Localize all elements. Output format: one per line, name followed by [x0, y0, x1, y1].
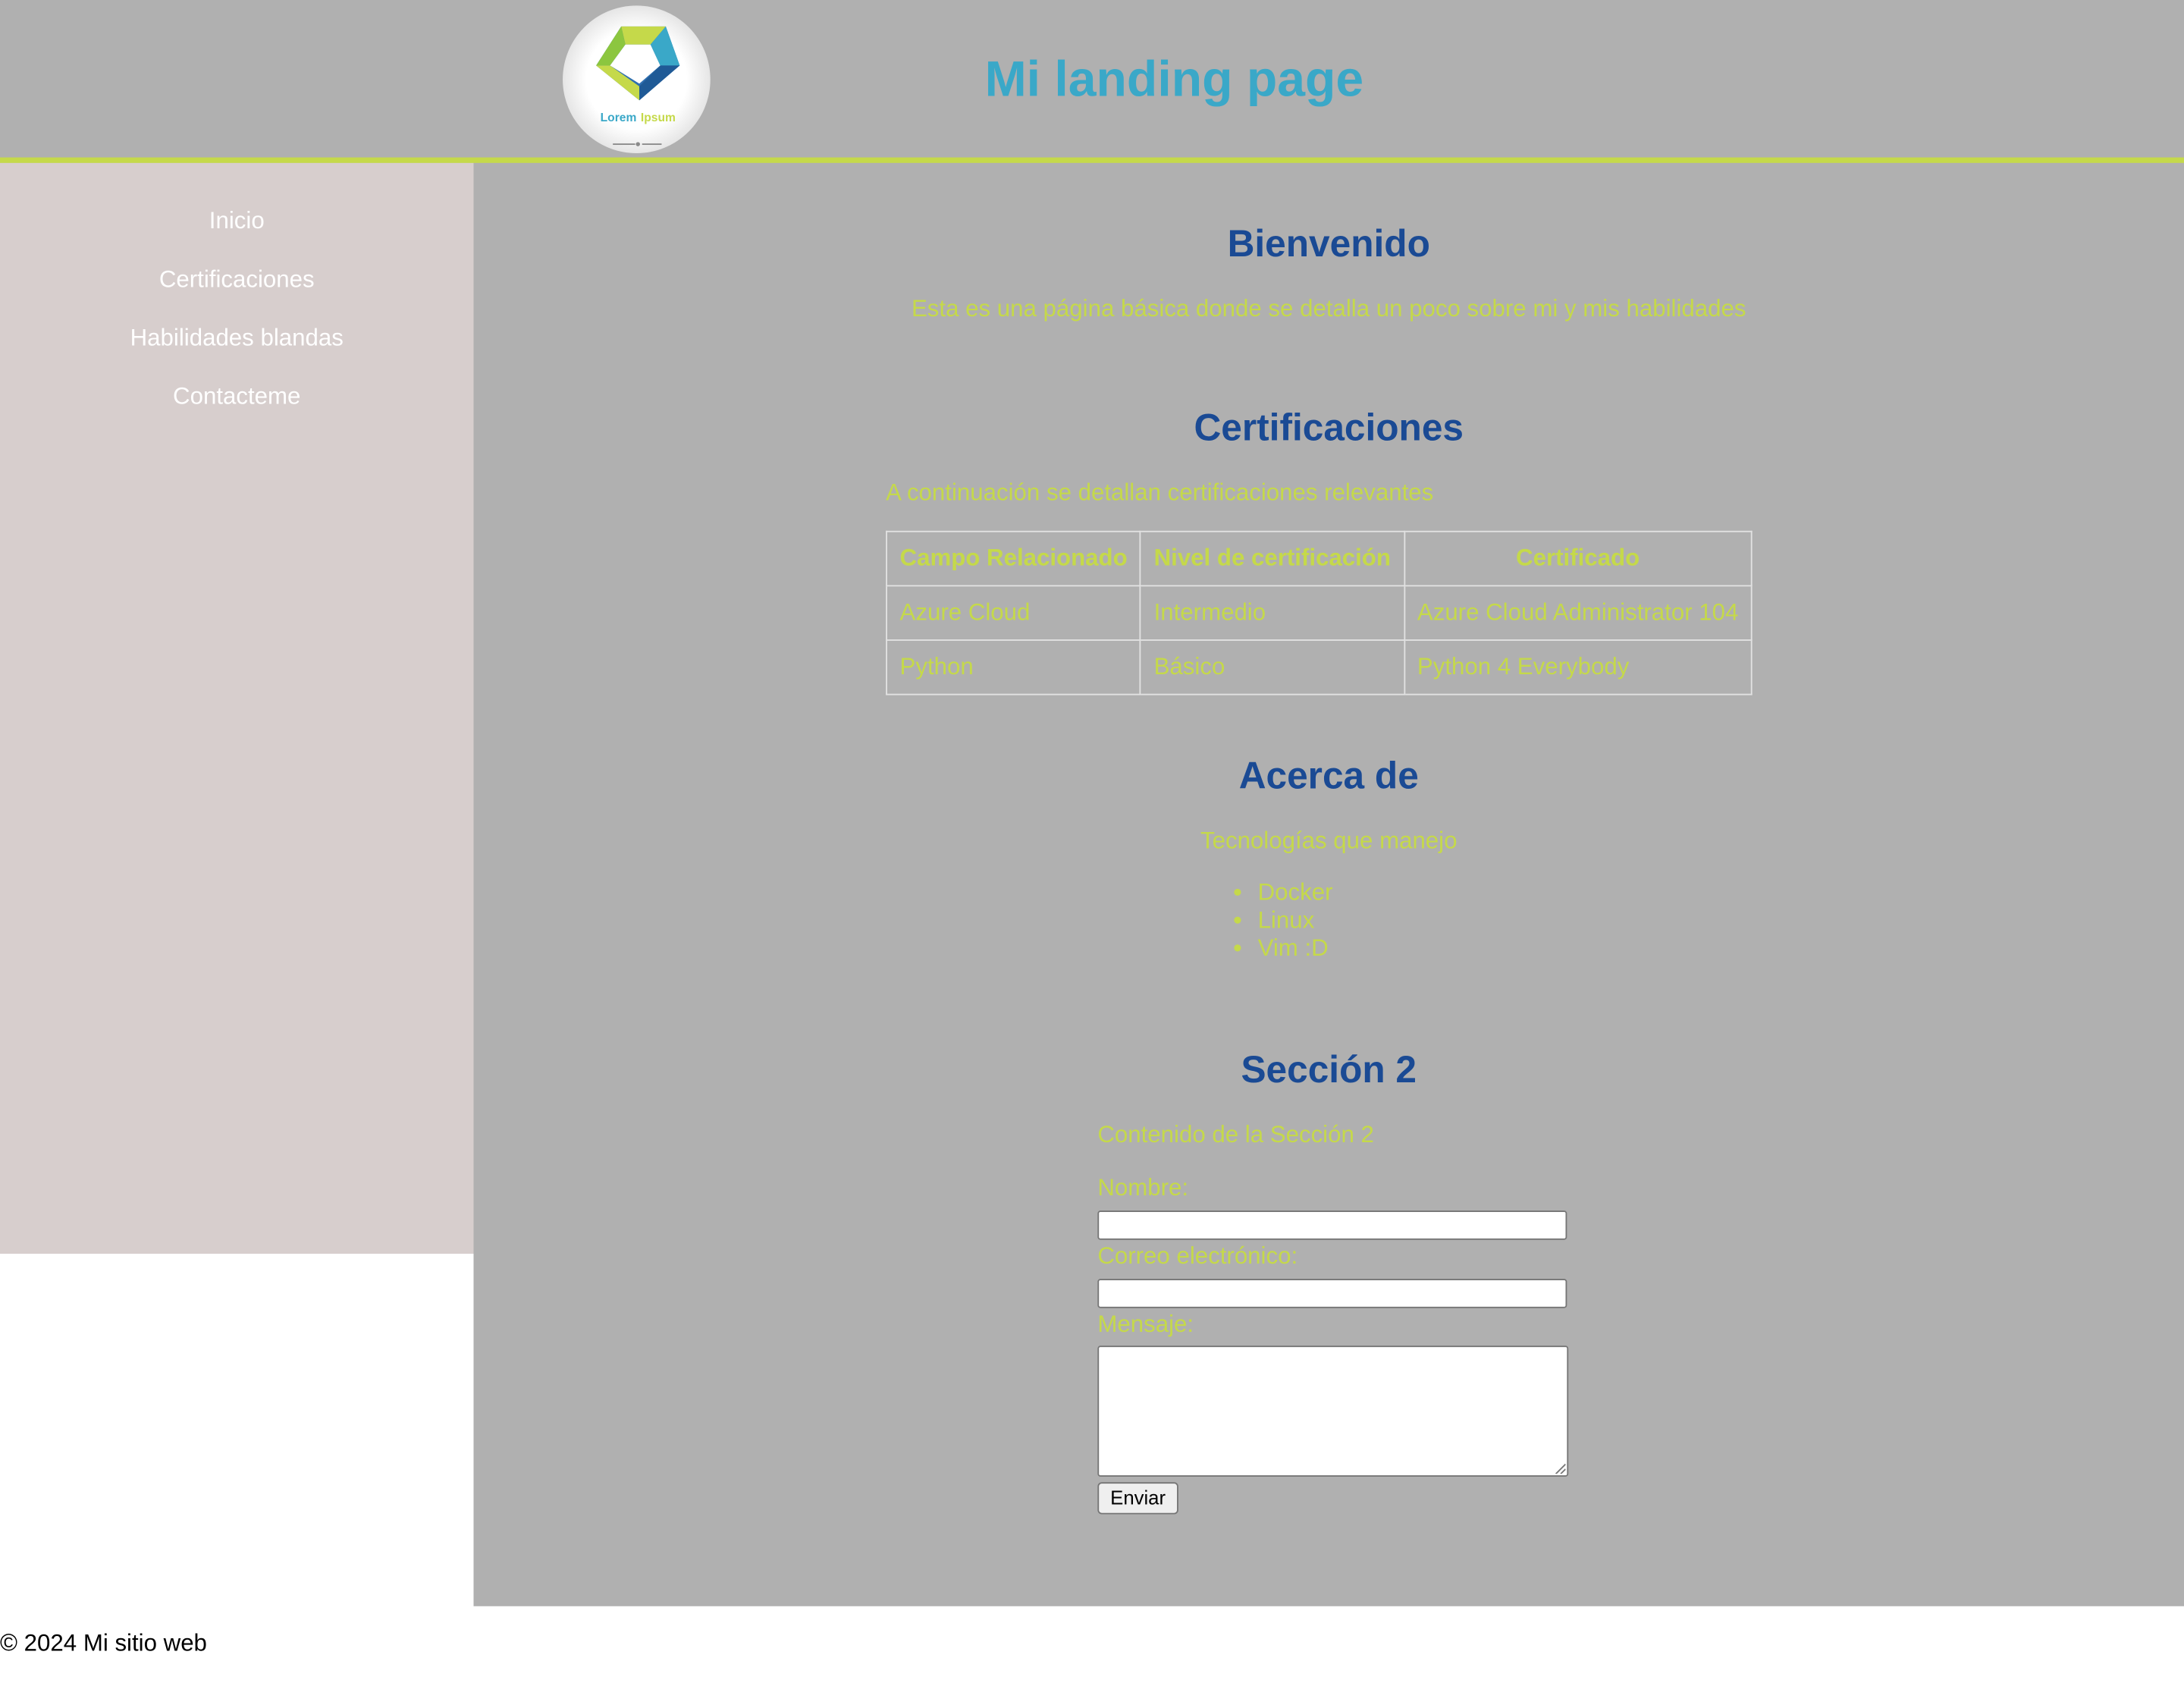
- table-cell: Intermedio: [1140, 585, 1405, 641]
- list-item: Docker: [1258, 879, 1333, 907]
- main-content: Bienvenido Esta es una página básica don…: [473, 162, 2184, 1606]
- logo[interactable]: Lorem Ipsum: [563, 5, 711, 154]
- table-header-row: Campo Relacionado Nivel de certificación…: [886, 530, 1753, 587]
- section2-text: Contenido de la Sección 2: [1097, 1121, 1374, 1148]
- section2-heading: Sección 2: [1241, 1049, 1417, 1091]
- message-label: Mensaje:: [1097, 1311, 1194, 1338]
- email-label: Correo electrónico:: [1097, 1242, 1298, 1270]
- name-label: Nombre:: [1097, 1174, 1189, 1201]
- nav-link-certificaciones[interactable]: Certificaciones: [0, 266, 473, 294]
- nav-link-contacteme[interactable]: Contacteme: [0, 383, 473, 411]
- name-input[interactable]: [1097, 1210, 1567, 1240]
- technologies-list: Docker Linux Vim :D: [1237, 879, 1333, 962]
- list-item: Linux: [1258, 907, 1333, 935]
- welcome-heading: Bienvenido: [1227, 222, 1430, 265]
- list-item: Vim :D: [1258, 934, 1333, 962]
- logo-text-lorem: Lorem: [601, 111, 637, 124]
- welcome-text: Esta es una página básica donde se detal…: [911, 295, 1746, 322]
- nav-link-habilidades-blandas[interactable]: Habilidades blandas: [0, 325, 473, 353]
- table-cell: Básico: [1140, 639, 1405, 695]
- nav-link-inicio[interactable]: Inicio: [0, 208, 473, 236]
- table-cell: Azure Cloud: [886, 585, 1142, 641]
- table-cell: Python 4 Everybody: [1403, 639, 1753, 695]
- email-input[interactable]: [1097, 1279, 1567, 1308]
- certifications-table: Campo Relacionado Nivel de certificación…: [886, 530, 1753, 695]
- logo-text-ipsum: Ipsum: [641, 111, 676, 124]
- submit-button[interactable]: Enviar: [1097, 1482, 1178, 1515]
- footer-text: © 2024 Mi sitio web: [0, 1629, 207, 1656]
- about-subtitle: Tecnologías que manejo: [1200, 827, 1458, 854]
- hexagon-logo-icon: Lorem Ipsum: [596, 26, 680, 146]
- about-heading: Acerca de: [1238, 755, 1419, 797]
- table-row: Azure Cloud Intermedio Azure Cloud Admin…: [886, 585, 1753, 641]
- column-header: Campo Relacionado: [886, 530, 1142, 587]
- sidebar-nav: Inicio Certificaciones Habilidades bland…: [0, 162, 474, 1254]
- certifications-heading: Certificaciones: [1194, 407, 1464, 449]
- resize-grip-icon[interactable]: [1555, 1463, 1566, 1474]
- message-textarea[interactable]: [1097, 1345, 1569, 1477]
- table-row: Python Básico Python 4 Everybody: [886, 639, 1753, 695]
- column-header: Nivel de certificación: [1140, 530, 1405, 587]
- table-cell: Python: [886, 639, 1142, 695]
- site-header: Lorem Ipsum Mi landing page: [0, 0, 2184, 163]
- certifications-intro: A continuación se detallan certificacion…: [886, 479, 1434, 506]
- column-header: Certificado: [1403, 530, 1753, 587]
- table-cell: Azure Cloud Administrator 104: [1403, 585, 1753, 641]
- page-title: Mi landing page: [984, 50, 1364, 108]
